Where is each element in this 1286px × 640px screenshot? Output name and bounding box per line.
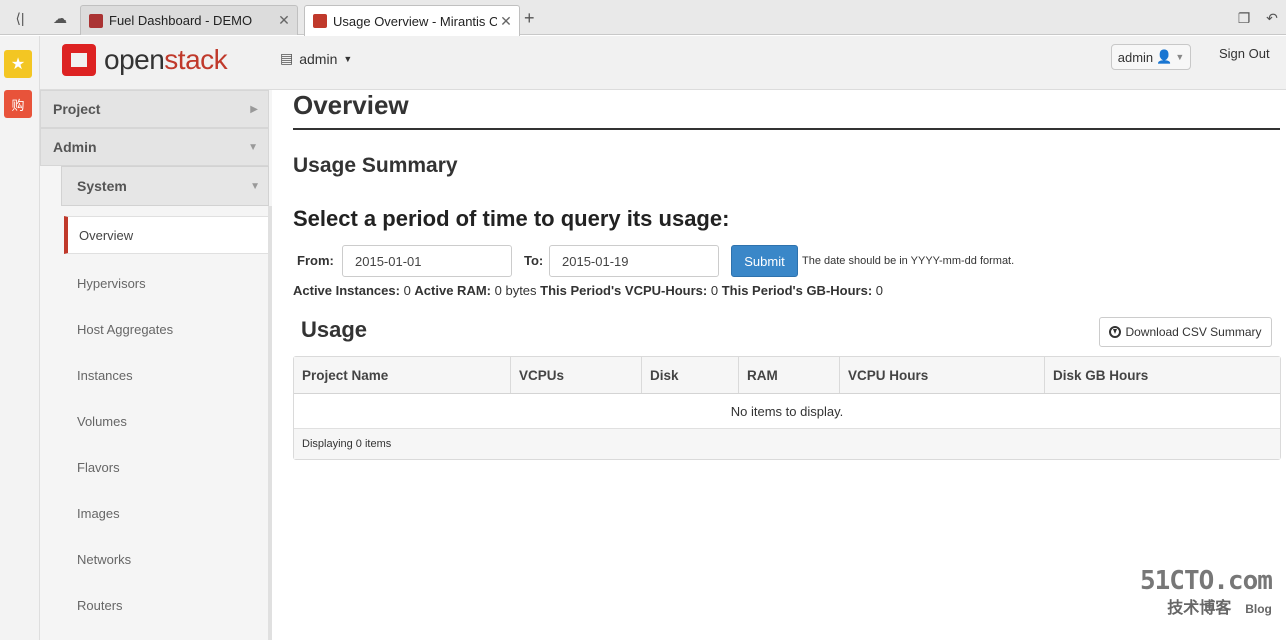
sign-out-link[interactable]: Sign Out xyxy=(1219,46,1270,61)
chevron-down-icon: ▼ xyxy=(248,141,258,153)
cloud-icon[interactable]: ☁ xyxy=(48,6,72,30)
sidebar-item-routers[interactable]: Routers xyxy=(77,598,123,613)
openstack-logo[interactable]: openstack xyxy=(62,44,228,76)
table-footer: Displaying 0 items xyxy=(294,429,1280,459)
title-divider xyxy=(293,128,1280,130)
column-header[interactable]: RAM xyxy=(739,357,840,393)
project-label: admin xyxy=(299,50,338,67)
from-date-input[interactable] xyxy=(342,245,512,277)
tab-usage-overview[interactable]: Usage Overview - Mirantis C ✕ xyxy=(304,5,520,36)
sidebar-item-host-aggregates[interactable]: Host Aggregates xyxy=(77,322,173,337)
project-selector[interactable]: ▤ admin ▼ xyxy=(280,50,352,67)
undo-icon[interactable]: ↶ xyxy=(1260,6,1284,30)
user-menu-button[interactable]: admin 👤 ▼ xyxy=(1111,44,1191,70)
fuel-favicon-icon xyxy=(89,13,103,28)
tab-title: Usage Overview - Mirantis C xyxy=(333,13,497,29)
sidebar-item-admin[interactable]: Admin ▼ xyxy=(40,128,269,166)
user-icon: 👤 xyxy=(1156,49,1173,64)
column-header[interactable]: VCPU Hours xyxy=(840,357,1045,393)
usage-stats: Active Instances: 0 Active RAM: 0 bytes … xyxy=(293,283,884,298)
date-format-hint: The date should be in YYYY-mm-dd format. xyxy=(802,255,1015,267)
sidebar-item-system[interactable]: System ▼ xyxy=(61,166,269,206)
empty-row: No items to display. xyxy=(294,394,1280,429)
dashboard-header: openstack ▤ admin ▼ admin 👤 ▼ Sign Out xyxy=(40,36,1286,90)
close-icon[interactable]: ✕ xyxy=(275,12,293,29)
usage-table: Project Name VCPUs Disk RAM VCPU Hours D… xyxy=(293,356,1281,460)
chevron-right-icon: ▶ xyxy=(250,103,258,115)
submit-button[interactable]: Submit xyxy=(731,245,798,277)
browser-side-rail: ★ 购 xyxy=(0,36,40,640)
period-heading: Select a period of time to query its usa… xyxy=(293,206,730,231)
caret-down-icon: ▼ xyxy=(343,53,353,64)
sidebar-item-networks[interactable]: Networks xyxy=(77,552,131,567)
close-icon[interactable]: ✕ xyxy=(497,13,515,30)
browser-tab-bar: ⟨| ☁ Fuel Dashboard - DEMO ✕ Usage Overv… xyxy=(0,0,1286,36)
usage-summary-heading: Usage Summary xyxy=(293,154,458,177)
logo-wordmark: openstack xyxy=(104,44,228,75)
column-header[interactable]: VCPUs xyxy=(511,357,642,393)
openstack-favicon-icon xyxy=(313,14,327,28)
download-csv-button[interactable]: Download CSV Summary xyxy=(1099,317,1272,347)
sidebar-scrollbar[interactable] xyxy=(268,206,272,640)
column-header[interactable]: Disk GB Hours xyxy=(1045,357,1280,393)
page-title: Overview xyxy=(293,90,409,120)
sidebar-item-project[interactable]: Project ▶ xyxy=(40,90,269,128)
column-header[interactable]: Disk xyxy=(642,357,739,393)
tab-title: Fuel Dashboard - DEMO xyxy=(109,13,253,28)
user-label: admin xyxy=(1117,49,1154,65)
new-tab-button[interactable]: + xyxy=(524,8,535,29)
from-label: From: xyxy=(297,253,334,268)
date-range-form: From: To: Submit The date should be in Y… xyxy=(293,245,1193,277)
sidebar: Project ▶ Admin ▼ System ▼ Overview Hype… xyxy=(40,90,272,640)
sidebar-item-flavors[interactable]: Flavors xyxy=(77,460,120,475)
sidebar-item-overview[interactable]: Overview xyxy=(64,216,272,254)
tab-fuel-dashboard[interactable]: Fuel Dashboard - DEMO ✕ xyxy=(80,5,298,35)
sidebar-item-instances[interactable]: Instances xyxy=(77,368,133,383)
star-icon[interactable]: ★ xyxy=(4,50,32,78)
caret-down-icon: ▼ xyxy=(1175,52,1185,62)
sidebar-item-hypervisors[interactable]: Hypervisors xyxy=(77,276,146,291)
sidebar-item-volumes[interactable]: Volumes xyxy=(77,414,127,429)
watermark: 51CTO.com 技术博客 Blog xyxy=(1140,566,1273,617)
download-circle-icon xyxy=(1109,326,1122,338)
shopping-bag-icon[interactable]: 购 xyxy=(4,90,32,118)
openstack-logo-icon xyxy=(62,44,96,76)
sidebar-toggle-icon[interactable]: ⟨| xyxy=(8,6,32,30)
window-icon[interactable]: ❐ xyxy=(1232,6,1256,30)
to-label: To: xyxy=(524,253,544,268)
list-icon: ▤ xyxy=(280,50,294,66)
table-header: Project Name VCPUs Disk RAM VCPU Hours D… xyxy=(294,357,1280,394)
chevron-down-icon: ▼ xyxy=(250,180,260,192)
usage-heading: Usage xyxy=(301,317,368,342)
to-date-input[interactable] xyxy=(549,245,719,277)
sidebar-item-images[interactable]: Images xyxy=(77,506,120,521)
column-header[interactable]: Project Name xyxy=(294,357,511,393)
